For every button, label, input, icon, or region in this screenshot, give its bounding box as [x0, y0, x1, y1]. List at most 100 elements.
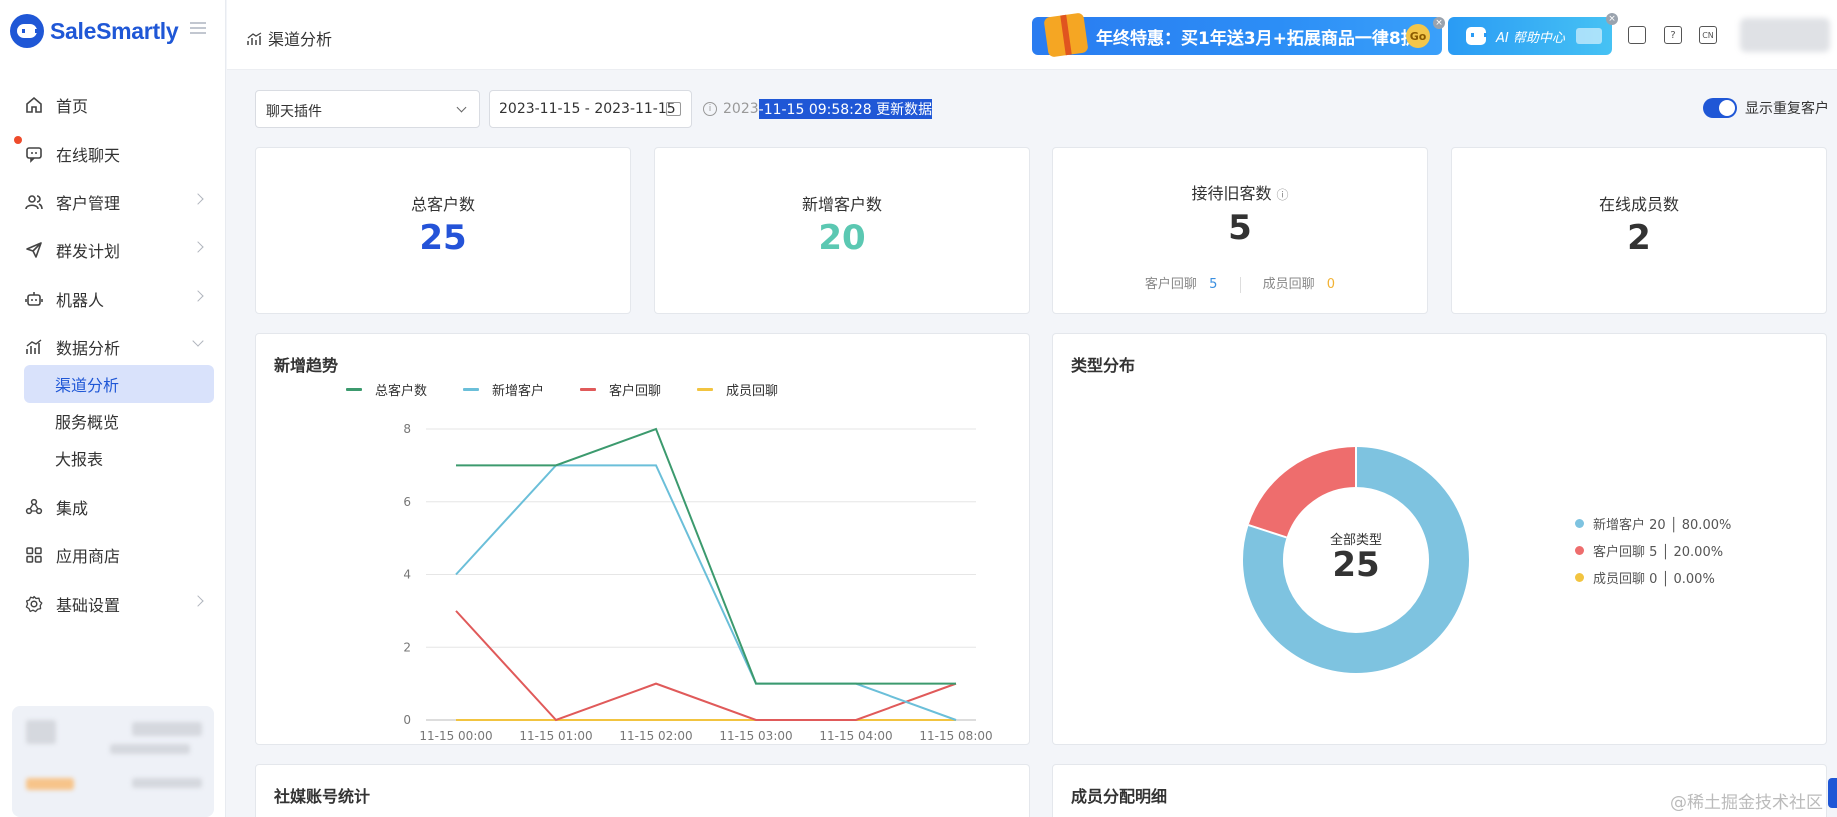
- redacted-text: [132, 778, 202, 788]
- update-time: i 2023 -11-15 09:58:28 更新数据: [703, 99, 933, 119]
- sidebar-subitem-label: 大报表: [55, 450, 104, 469]
- sidebar-item-label: 群发计划: [56, 242, 121, 261]
- date-range-picker[interactable]: 2023-11-15 - 2023-11-15: [489, 90, 692, 128]
- floating-chat-button[interactable]: [1828, 778, 1837, 808]
- logo-text: SaleSmartly: [50, 17, 179, 44]
- sidebar-item-robot[interactable]: 机器人: [24, 279, 214, 319]
- language-label: CN: [1702, 30, 1714, 40]
- chevron-right-icon: [192, 290, 204, 302]
- sidebar-item-home[interactable]: 首页: [24, 85, 214, 125]
- user-account-card[interactable]: [12, 706, 214, 817]
- donut-slice: [1248, 447, 1357, 539]
- ai-help-center-button[interactable]: AI 帮助中心: [1448, 17, 1612, 55]
- chart-icon: [24, 337, 44, 357]
- user-avatar[interactable]: [1740, 18, 1830, 52]
- stat-card-online: 在线成员数 2: [1451, 147, 1827, 314]
- sidebar-item-integration[interactable]: 集成: [24, 487, 214, 527]
- chevron-right-icon: [192, 241, 204, 253]
- sidebar-item-app-store[interactable]: 应用商店: [24, 535, 214, 575]
- apps-icon: [24, 545, 44, 565]
- ai-help-close-icon[interactable]: ×: [1606, 13, 1618, 25]
- sidebar-item-label: 基础设置: [56, 596, 121, 615]
- help-icon[interactable]: ?: [1664, 26, 1682, 44]
- avatar: [26, 720, 56, 744]
- returning-breakdown: 客户回聊 5 成员回聊 0: [1053, 273, 1427, 293]
- donut-legend-item[interactable]: 成员回聊 0 │ 0.00%: [1575, 568, 1715, 587]
- sidebar-subitem-label: 服务概览: [55, 413, 120, 432]
- robot-icon: [24, 289, 44, 309]
- y-tick-label: 6: [403, 495, 411, 509]
- chevron-right-icon: [192, 193, 204, 205]
- ai-help-label: AI 帮助中心: [1496, 30, 1565, 46]
- promo-close-icon[interactable]: ×: [1433, 17, 1445, 29]
- help-icon-glyph: ?: [1670, 29, 1676, 41]
- breadcrumb: 渠道分析: [247, 26, 332, 50]
- sidebar-item-live-chat[interactable]: 在线聊天: [14, 134, 214, 174]
- users-icon: [24, 192, 44, 212]
- trend-line-chart: 0 2 4 6 8 11-15 00:00 11-15 01:00 11-15 02:00 11…: [403, 422, 992, 743]
- toggle-label: 显示重复客户: [1745, 101, 1829, 117]
- stat-card-total: 总客户数 25: [255, 147, 631, 314]
- sidebar-subitem-service-overview[interactable]: 服务概览: [24, 402, 214, 440]
- stat-value: 2: [1627, 218, 1651, 258]
- language-icon[interactable]: CN: [1699, 26, 1717, 44]
- robot-logo-icon: [10, 14, 44, 48]
- breadcrumb-label: 渠道分析: [268, 30, 333, 49]
- info-icon[interactable]: ⓘ: [1277, 188, 1289, 202]
- info-icon: i: [703, 102, 717, 116]
- donut-legend-item[interactable]: 客户回聊 5 │ 20.00%: [1575, 541, 1723, 560]
- calendar-icon: [666, 102, 681, 116]
- layout-icon[interactable]: [1628, 26, 1646, 44]
- sidebar-item-label: 机器人: [56, 291, 105, 310]
- y-tick-label: 8: [403, 422, 411, 436]
- sidebar-subitem-label: 渠道分析: [55, 376, 120, 395]
- sidebar-item-broadcast[interactable]: 群发计划: [24, 230, 214, 270]
- legend-dot: [1575, 573, 1584, 582]
- legend-dot: [1575, 546, 1584, 555]
- redacted-text: [132, 722, 202, 736]
- donut-legend-item[interactable]: 新增客户 20 │ 80.00%: [1575, 514, 1731, 533]
- logo[interactable]: SaleSmartly: [10, 12, 179, 50]
- distribution-donut-chart: [1243, 447, 1469, 673]
- promo-banner[interactable]: 年终特惠：买1年送3月+拓展商品一律8折 Go: [1032, 12, 1442, 58]
- promo-go-button[interactable]: Go: [1406, 24, 1430, 48]
- channel-select[interactable]: 聊天插件: [255, 90, 480, 128]
- x-tick-label: 11-15 08:00: [919, 729, 992, 743]
- sidebar-subitem-big-report[interactable]: 大报表: [24, 439, 214, 477]
- chat-icon: [24, 144, 44, 164]
- sidebar-item-label: 客户管理: [56, 194, 121, 213]
- sidebar-item-data-analysis[interactable]: 数据分析: [24, 327, 214, 367]
- redacted-badge: [26, 778, 74, 790]
- integration-icon: [24, 497, 44, 517]
- toggle-switch[interactable]: [1703, 98, 1737, 118]
- stat-label: 在线成员数: [1598, 195, 1679, 214]
- top-bar: 渠道分析 年终特惠：买1年送3月+拓展商品一律8折 Go × AI 帮助中心 ×…: [227, 0, 1837, 70]
- y-tick-label: 4: [403, 568, 411, 582]
- show-duplicate-toggle[interactable]: 显示重复客户: [1703, 98, 1829, 118]
- robot-icon: [1466, 27, 1487, 45]
- x-tick-label: 11-15 04:00: [819, 729, 892, 743]
- series-line: [456, 427, 956, 685]
- sidebar-item-label: 应用商店: [56, 547, 121, 566]
- settings-icon: [24, 594, 44, 614]
- y-tick-label: 2: [403, 640, 411, 654]
- gift-icon: [1043, 12, 1089, 58]
- sidebar-item-label: 在线聊天: [56, 146, 121, 165]
- chevron-right-icon: [192, 595, 204, 607]
- legend-label: 成员回聊 0 │ 0.00%: [1593, 572, 1715, 587]
- sidebar-item-settings[interactable]: 基础设置: [24, 584, 214, 624]
- sidebar-item-label: 数据分析: [56, 339, 121, 358]
- stat-value: 20: [818, 218, 866, 258]
- update-selected-text: -11-15 09:58:28 更新数据: [758, 99, 933, 119]
- legend-label: 新增客户 20 │ 80.00%: [1593, 518, 1732, 533]
- date-range-value: 2023-11-15 - 2023-11-15: [499, 101, 676, 117]
- send-icon: [24, 240, 44, 260]
- sidebar-subitem-channel-analysis[interactable]: 渠道分析: [24, 365, 214, 403]
- sidebar-item-customers[interactable]: 客户管理: [24, 182, 214, 222]
- update-prefix: 2023: [723, 101, 759, 117]
- menu-collapse-icon[interactable]: [190, 22, 206, 34]
- customer-reply-value: 5: [1209, 277, 1218, 292]
- customer-reply-label: 客户回聊: [1144, 277, 1197, 292]
- social-accounts-panel: 社媒账号统计: [255, 764, 1030, 817]
- panel-title: 成员分配明细: [1071, 787, 1168, 806]
